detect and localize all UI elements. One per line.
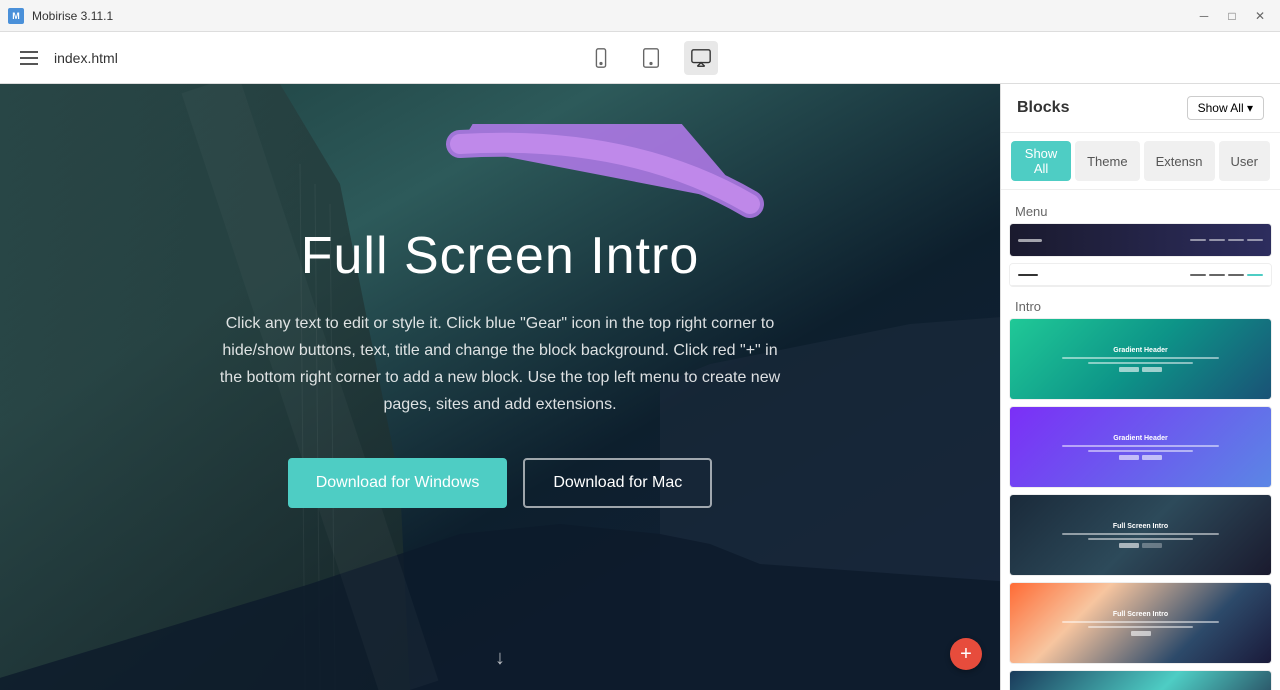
page-description: Click any text to edit or style it. Clic… xyxy=(210,310,790,419)
cta-buttons: Download for Windows Download for Mac xyxy=(210,458,790,508)
app-icon: M xyxy=(8,8,24,24)
add-block-button[interactable]: + xyxy=(950,638,982,670)
tablet-view-button[interactable] xyxy=(634,41,668,75)
filename-label: index.html xyxy=(54,50,118,66)
blocks-sidebar: Blocks Show All ▾ Show All Theme Extensn… xyxy=(1000,84,1280,690)
block-intro-gradient-purple[interactable]: Gradient Header xyxy=(1009,406,1272,488)
app-title: Mobirise 3.11.1 xyxy=(32,9,113,23)
block-intro-media[interactable]: Intro with Media ✓ xyxy=(1009,670,1272,690)
tab-theme[interactable]: Theme xyxy=(1075,141,1139,181)
toolbar-left: index.html xyxy=(16,47,118,69)
intro-section-label: Intro xyxy=(1009,293,1272,318)
block-intro-sunset[interactable]: Full Screen Intro xyxy=(1009,582,1272,664)
tab-show-all[interactable]: Show All xyxy=(1011,141,1071,181)
menu-section-label: Menu xyxy=(1009,198,1272,223)
download-windows-button[interactable]: Download for Windows xyxy=(288,458,508,508)
download-mac-button[interactable]: Download for Mac xyxy=(523,458,712,508)
menu-button[interactable] xyxy=(16,47,42,69)
block-intro-gradient-teal[interactable]: Gradient Header xyxy=(1009,318,1272,400)
canvas-background: Full Screen Intro Click any text to edit… xyxy=(0,84,1000,690)
canvas-content: Full Screen Intro Click any text to edit… xyxy=(170,186,830,589)
block-menu-dark[interactable] xyxy=(1009,223,1272,257)
sidebar-title: Blocks xyxy=(1017,99,1069,117)
maximize-button[interactable]: □ xyxy=(1220,6,1244,26)
device-switcher xyxy=(584,41,718,75)
title-bar: M Mobirise 3.11.1 ─ □ ✕ xyxy=(0,0,1280,32)
toolbar: index.html xyxy=(0,32,1280,84)
tab-extensn[interactable]: Extensn xyxy=(1144,141,1215,181)
main-layout: Full Screen Intro Click any text to edit… xyxy=(0,84,1280,690)
tab-user[interactable]: User xyxy=(1219,141,1270,181)
scroll-indicator: ↓ xyxy=(495,647,505,670)
show-all-dropdown-button[interactable]: Show All ▾ xyxy=(1187,96,1264,120)
sidebar-tabs: Show All Theme Extensn User xyxy=(1001,133,1280,190)
sidebar-content: Menu xyxy=(1001,190,1280,690)
mobile-view-button[interactable] xyxy=(584,41,618,75)
page-title: Full Screen Intro xyxy=(210,226,790,286)
minimize-button[interactable]: ─ xyxy=(1192,6,1216,26)
desktop-view-button[interactable] xyxy=(684,41,718,75)
block-intro-building[interactable]: Full Screen Intro xyxy=(1009,494,1272,576)
block-menu-light[interactable] xyxy=(1009,263,1272,287)
window-controls: ─ □ ✕ xyxy=(1192,6,1272,26)
close-button[interactable]: ✕ xyxy=(1248,6,1272,26)
canvas-area: Full Screen Intro Click any text to edit… xyxy=(0,84,1000,690)
title-bar-left: M Mobirise 3.11.1 xyxy=(8,8,113,24)
sidebar-header: Blocks Show All ▾ xyxy=(1001,84,1280,133)
